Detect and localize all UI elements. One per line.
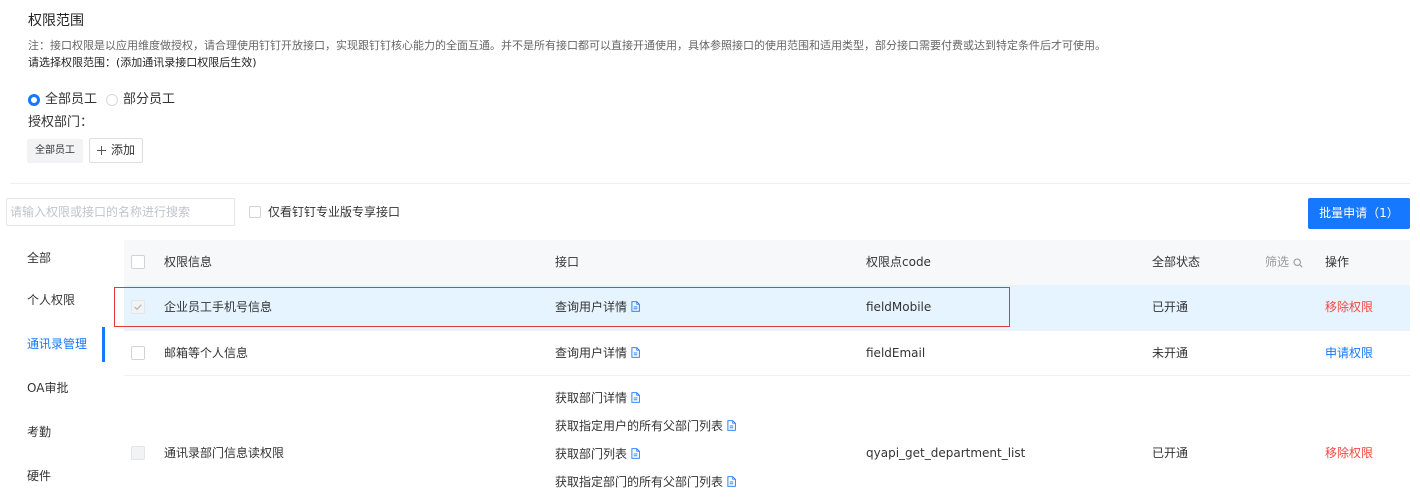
check-icon <box>132 347 144 359</box>
header-interface: 接口 <box>555 255 580 269</box>
scope-title: 权限范围 <box>28 13 84 29</box>
document-link-icon[interactable] <box>631 301 640 312</box>
plus-icon <box>96 146 106 155</box>
section-divider <box>10 183 1410 184</box>
check-icon <box>132 447 144 459</box>
permission-name: 企业员工手机号信息 <box>164 300 273 314</box>
header-permission-code: 权限点code <box>866 255 931 269</box>
document-link-icon[interactable] <box>727 420 736 431</box>
interface-link[interactable]: 获取指定用户的所有父部门列表 <box>555 412 736 440</box>
interface-link[interactable]: 查询用户详情 <box>555 285 640 330</box>
status-filter[interactable]: 筛选 <box>1265 240 1303 285</box>
table-row: 企业员工手机号信息 查询用户详情 fieldMobile 已开通 移除权限 <box>124 285 1410 330</box>
radio-icon[interactable] <box>28 94 40 106</box>
remove-permission-link[interactable]: 移除权限 <box>1325 285 1373 330</box>
interface-cell: 获取部门详情 获取指定用户的所有父部门列表 获取部门列表 获取指定部门的所有父部… <box>555 384 736 496</box>
add-department-button[interactable]: 添加 <box>89 138 143 163</box>
permission-code: qyapi_get_department_list <box>866 446 1026 460</box>
search-input[interactable] <box>6 198 235 226</box>
permission-name: 邮箱等个人信息 <box>164 346 249 360</box>
authorized-department-label: 授权部门： <box>28 115 94 130</box>
table-row: 通讯录部门信息读权限 获取部门详情 获取指定用户的所有父部门列表 获取部门列表 … <box>124 375 1410 498</box>
interface-cell: 查询用户详情 <box>555 331 640 376</box>
select-all-checkbox[interactable] <box>131 255 145 269</box>
header-permission-info: 权限信息 <box>164 255 213 269</box>
table-row: 邮箱等个人信息 查询用户详情 fieldEmail 未开通 申请权限 <box>124 330 1410 375</box>
interface-link[interactable]: 获取指定部门的所有父部门列表 <box>555 468 736 496</box>
permission-name: 通讯录部门信息读权限 <box>164 446 285 460</box>
interface-name[interactable]: 获取指定用户的所有父部门列表 <box>555 419 723 433</box>
checkbox-icon[interactable] <box>249 206 261 218</box>
row-checkbox[interactable] <box>131 446 145 460</box>
interface-link[interactable]: 获取部门详情 <box>555 384 736 412</box>
search-icon <box>1293 257 1303 268</box>
status-badge: 已开通 <box>1152 446 1189 460</box>
radio-label-partial-staff: 部分员工 <box>123 92 176 107</box>
document-link-icon[interactable] <box>631 448 640 459</box>
status-badge: 已开通 <box>1152 300 1189 314</box>
pro-only-filter[interactable]: 仅看钉钉专业版专享接口 <box>249 204 400 220</box>
sidebar-item-attendance[interactable]: 考勤 <box>27 424 51 440</box>
permission-code: fieldMobile <box>866 300 932 314</box>
interface-name[interactable]: 获取指定部门的所有父部门列表 <box>555 475 723 489</box>
radio-option-all-staff[interactable]: 全部员工 <box>28 92 97 108</box>
radio-icon[interactable] <box>106 94 118 106</box>
interface-link[interactable]: 获取部门列表 <box>555 440 736 468</box>
radio-label-all-staff: 全部员工 <box>45 92 98 107</box>
sidebar-item-oa-approval[interactable]: OA审批 <box>27 380 68 396</box>
interface-name[interactable]: 查询用户详情 <box>555 346 627 360</box>
row-checkbox[interactable] <box>131 300 145 314</box>
check-icon <box>250 206 260 218</box>
scope-note: 注：接口权限是以应用维度做授权，请合理使用钉钉开放接口，实现跟钉钉核心能力的全面… <box>28 39 1106 52</box>
permission-code: fieldEmail <box>866 346 926 360</box>
interface-name[interactable]: 查询用户详情 <box>555 300 627 314</box>
department-tag: 全部员工 <box>27 139 83 163</box>
interface-name[interactable]: 获取部门列表 <box>555 447 627 461</box>
table-header: 权限信息 接口 权限点code 全部状态 筛选 操作 <box>124 240 1410 285</box>
document-link-icon[interactable] <box>727 476 736 487</box>
sidebar-item-all[interactable]: 全部 <box>27 250 51 266</box>
interface-name[interactable]: 获取部门详情 <box>555 391 627 405</box>
apply-permission-link[interactable]: 申请权限 <box>1325 331 1373 376</box>
sidebar-active-indicator <box>102 327 105 362</box>
radio-option-partial-staff[interactable]: 部分员工 <box>106 92 175 108</box>
batch-apply-button[interactable]: 批量申请（1） <box>1308 198 1410 229</box>
row-checkbox[interactable] <box>131 346 145 360</box>
document-link-icon[interactable] <box>631 347 640 358</box>
check-icon <box>134 304 142 311</box>
status-badge: 未开通 <box>1152 346 1189 360</box>
pro-only-label: 仅看钉钉专业版专享接口 <box>268 205 401 219</box>
remove-permission-link[interactable]: 移除权限 <box>1325 445 1373 461</box>
interface-link[interactable]: 查询用户详情 <box>555 331 640 376</box>
header-action: 操作 <box>1325 255 1350 269</box>
add-button-label: 添加 <box>110 143 135 157</box>
sidebar-item-contacts[interactable]: 通讯录管理 <box>27 336 87 352</box>
check-icon <box>132 256 144 268</box>
sidebar-item-hardware[interactable]: 硬件 <box>27 468 51 484</box>
sidebar-item-personal[interactable]: 个人权限 <box>27 292 75 308</box>
interface-cell: 查询用户详情 <box>555 285 640 330</box>
document-link-icon[interactable] <box>631 392 640 403</box>
scope-select-prompt: 请选择权限范围：(添加通讯录接口权限后生效) <box>28 56 257 69</box>
filter-label: 筛选 <box>1265 255 1290 269</box>
header-status: 全部状态 <box>1152 255 1201 269</box>
